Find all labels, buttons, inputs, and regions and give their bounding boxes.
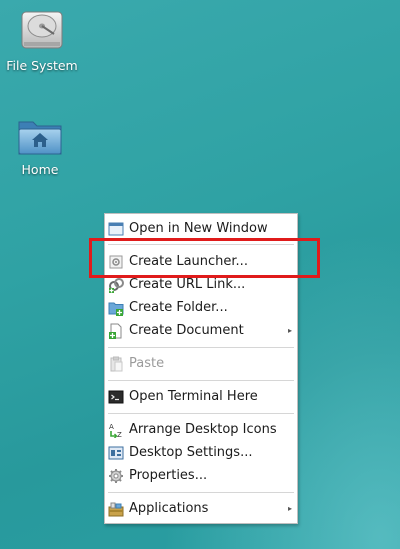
menu-item-label: Arrange Desktop Icons: [129, 422, 277, 437]
submenu-arrow-icon: ▸: [287, 504, 292, 513]
gear-icon: [109, 469, 123, 483]
menu-separator: [108, 492, 294, 493]
menu-separator: [108, 380, 294, 381]
home-folder-icon: [18, 121, 62, 155]
menu-item-applications[interactable]: Applications ▸: [105, 498, 297, 520]
menu-item-arrange-desktop-icons[interactable]: A Z Arrange Desktop Icons: [105, 419, 297, 441]
svg-text:Z: Z: [117, 431, 122, 438]
menu-item-label: Create Document: [129, 323, 244, 338]
menu-item-label: Desktop Settings...: [129, 445, 253, 460]
menu-item-paste[interactable]: Paste: [105, 353, 297, 375]
menu-item-label: Paste: [129, 356, 165, 371]
menu-item-properties[interactable]: Properties...: [105, 465, 297, 487]
new-folder-icon: [108, 302, 124, 316]
menu-item-create-folder[interactable]: Create Folder...: [105, 297, 297, 319]
new-document-icon: [109, 323, 122, 339]
url-link-icon: [109, 278, 124, 293]
paste-icon: [110, 356, 123, 372]
menu-item-label: Open in New Window: [129, 221, 268, 236]
sort-az-icon: A Z: [109, 423, 122, 438]
menu-separator: [108, 413, 294, 414]
menu-item-desktop-settings[interactable]: Desktop Settings...: [105, 442, 297, 464]
menu-item-label: Create Folder...: [129, 300, 228, 315]
desktop-icon-file-system[interactable]: File System: [2, 8, 82, 73]
menu-item-label: Open Terminal Here: [129, 389, 258, 404]
highlight-annotation-box: [89, 238, 320, 278]
menu-item-open-in-new-window[interactable]: Open in New Window: [105, 218, 297, 240]
svg-text:A: A: [109, 423, 114, 431]
menu-separator: [108, 347, 294, 348]
submenu-arrow-icon: ▸: [287, 326, 292, 335]
terminal-icon: [108, 390, 124, 404]
menu-item-create-document[interactable]: Create Document ▸: [105, 320, 297, 342]
hard-drive-icon: [21, 11, 63, 49]
menu-item-label: Properties...: [129, 468, 208, 483]
menu-item-open-terminal-here[interactable]: Open Terminal Here: [105, 386, 297, 408]
desktop-icon-label: Home: [21, 162, 59, 177]
folder-window-icon: [108, 222, 124, 236]
desktop-settings-icon: [108, 446, 124, 460]
applications-icon: [108, 502, 124, 517]
menu-item-label: Applications: [129, 501, 209, 516]
desktop-icon-label: File System: [6, 58, 78, 73]
desktop-icon-home[interactable]: Home: [0, 114, 80, 177]
